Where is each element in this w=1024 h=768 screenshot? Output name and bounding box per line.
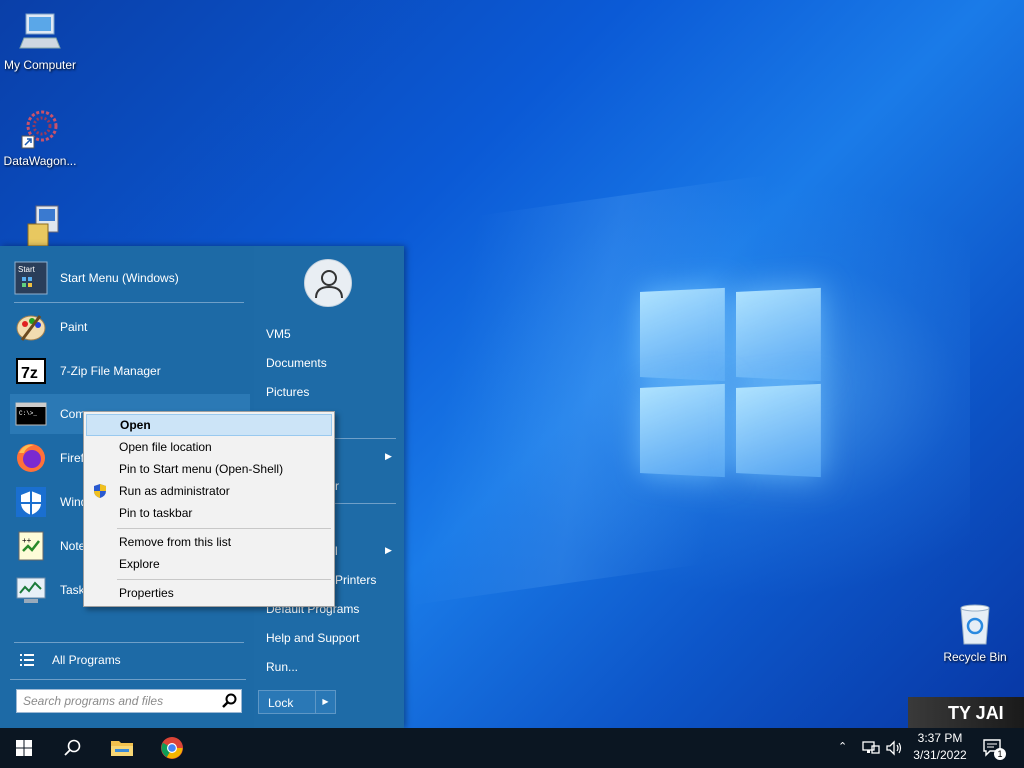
places-devices-and-printers[interactable]: Printers (335, 573, 376, 587)
context-menu-explore[interactable]: Explore (86, 553, 332, 575)
start-menu-divider (10, 679, 246, 680)
context-menu-open[interactable]: Open (86, 414, 332, 436)
windows-logo-wallpaper (636, 287, 824, 478)
start-menu-icon: Start (14, 261, 48, 295)
context-menu-open-file-location[interactable]: Open file location (86, 436, 332, 458)
places-documents[interactable]: Documents (266, 356, 327, 370)
chrome-icon (161, 737, 183, 759)
taskbar-file-explorer[interactable] (98, 728, 146, 768)
all-programs-button[interactable]: All Programs (10, 640, 250, 680)
windows-start-icon (16, 740, 32, 756)
svg-text:++: ++ (22, 536, 32, 545)
context-menu-pin-to-start[interactable]: Pin to Start menu (Open-Shell) (86, 458, 332, 480)
user-avatar[interactable] (304, 259, 352, 307)
windows-start-button[interactable] (0, 728, 48, 768)
datawagon-icon (18, 106, 62, 150)
start-menu-item-label: Note (60, 539, 86, 553)
start-search-input[interactable] (17, 690, 217, 712)
cmd-icon: C:\>_ (14, 397, 48, 431)
thumbnail-text: TY JAI (948, 703, 1004, 723)
start-menu-item-label: Firef (60, 451, 84, 465)
taskbar-chrome[interactable] (148, 728, 196, 768)
context-menu-remove-from-list[interactable]: Remove from this list (86, 531, 332, 553)
desktop-icon-label: My Computer (3, 58, 77, 72)
action-center-button[interactable]: 1 (982, 738, 1006, 760)
tray-chevron-up-icon[interactable]: ⌃ (838, 740, 847, 753)
7zip-icon: 7z (14, 354, 48, 388)
desktop-icon-installer[interactable] (0, 204, 80, 252)
paint-icon (14, 310, 48, 344)
desktop-icon-recycle-bin[interactable]: Recycle Bin (935, 602, 1015, 664)
notepadpp-icon: ++ (14, 529, 48, 563)
start-menu-item-paint[interactable]: Paint (10, 307, 250, 347)
clock-date: 3/31/2022 (913, 748, 967, 762)
places-user-vm5[interactable]: VM5 (266, 327, 291, 341)
context-menu-run-as-admin[interactable]: Run as administrator (86, 480, 332, 502)
places-partial-item[interactable]: l (335, 544, 338, 558)
svg-text:Start: Start (18, 265, 36, 274)
notification-badge: 1 (994, 748, 1006, 760)
lock-button[interactable]: Lock ▶ (258, 690, 336, 714)
context-menu-pin-to-taskbar[interactable]: Pin to taskbar (86, 502, 332, 524)
start-menu-item-label: Paint (60, 320, 88, 334)
start-menu-item-start-menu-windows[interactable]: Start Start Menu (Windows) (10, 258, 250, 298)
desktop-icon-label: Recycle Bin (943, 650, 1007, 664)
search-icon (64, 739, 81, 756)
places-pictures[interactable]: Pictures (266, 385, 309, 399)
places-partial-item[interactable]: r (335, 479, 339, 493)
desktop-icon-label: DataWagon... (3, 154, 77, 168)
volume-icon[interactable] (885, 740, 903, 759)
context-menu-divider (117, 579, 331, 580)
all-programs-label: All Programs (52, 653, 121, 667)
places-run[interactable]: Run... (266, 660, 298, 674)
network-icon[interactable] (862, 740, 880, 759)
lock-button-label: Lock (268, 696, 294, 710)
task-manager-icon (14, 573, 48, 607)
desktop-icon-datawagon[interactable]: DataWagon... (0, 106, 80, 168)
video-thumbnail: TY JAI (908, 697, 1024, 728)
computer-icon (18, 10, 62, 54)
list-icon (18, 643, 38, 677)
start-menu-divider (14, 302, 244, 303)
start-menu-item-label: Start Menu (Windows) (60, 271, 179, 285)
file-explorer-icon (111, 741, 133, 756)
shield-icon (14, 485, 48, 519)
context-menu: Open Open file location Pin to Start men… (83, 411, 335, 607)
svg-text:7z: 7z (21, 365, 38, 382)
desktop-icon-my-computer[interactable]: My Computer (0, 10, 80, 72)
chevron-right-icon: ▶ (385, 451, 392, 461)
context-menu-properties[interactable]: Properties (86, 582, 332, 604)
installer-icon (18, 204, 62, 248)
taskbar-clock[interactable]: 3:37 PM 3/31/2022 (908, 730, 972, 764)
context-menu-item-label: Run as administrator (119, 484, 230, 498)
places-help-and-support[interactable]: Help and Support (266, 631, 359, 645)
lock-options-arrow[interactable]: ▶ (315, 691, 335, 713)
clock-time: 3:37 PM (917, 731, 963, 745)
start-menu-item-label: 7-Zip File Manager (60, 364, 161, 378)
start-search-box[interactable] (16, 689, 242, 713)
recycle-bin-icon (953, 602, 997, 646)
start-menu-item-7zip[interactable]: 7z 7-Zip File Manager (10, 351, 250, 391)
firefox-icon (14, 441, 48, 475)
search-icon[interactable] (221, 693, 237, 712)
taskbar: ⌃ 3:37 PM 3/31/2022 1 (0, 728, 1024, 768)
taskbar-search-button[interactable] (48, 728, 96, 768)
chevron-right-icon: ▶ (385, 545, 392, 555)
start-menu-item-label: Task (60, 583, 85, 597)
context-menu-divider (117, 528, 331, 529)
svg-text:C:\>_: C:\>_ (19, 410, 37, 417)
